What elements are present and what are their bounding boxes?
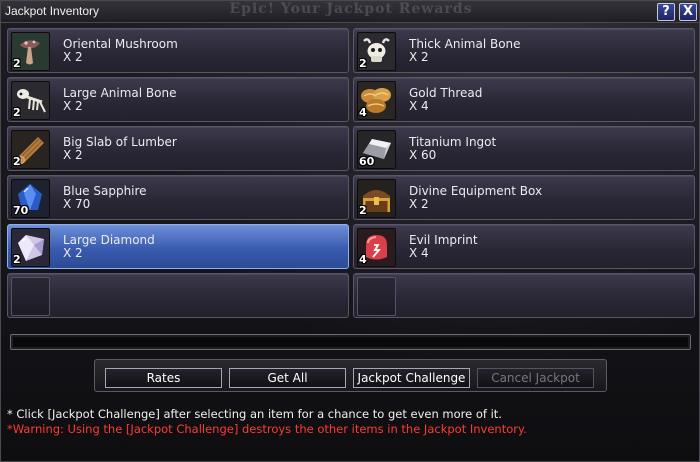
warning-note: *Warning: Using the [Jackpot Challenge] …	[7, 422, 527, 436]
item-name: Large Diamond	[63, 233, 155, 247]
item-quantity: 2	[13, 155, 21, 168]
item-slot-blue-sapphire[interactable]: 70 Blue Sapphire X 70	[7, 175, 349, 220]
item-name: Blue Sapphire	[63, 184, 147, 198]
instruction-notes: * Click [Jackpot Challenge] after select…	[7, 407, 527, 436]
item-count: X 2	[63, 246, 83, 260]
item-count: X 2	[63, 148, 83, 162]
item-count: X 2	[409, 50, 429, 64]
empty-slot-icon	[357, 277, 396, 316]
item-name: Big Slab of Lumber	[63, 135, 177, 149]
item-slot-empty[interactable]	[7, 273, 349, 318]
item-quantity: 2	[13, 106, 21, 119]
diamond-gem-icon: 2	[11, 228, 50, 267]
item-name: Gold Thread	[409, 86, 483, 100]
item-slot-empty[interactable]	[353, 273, 695, 318]
sapphire-gem-icon: 70	[11, 179, 50, 218]
item-count: X 2	[409, 197, 429, 211]
treasure-chest-icon: 2	[357, 179, 396, 218]
item-count: X 2	[63, 99, 83, 113]
item-quantity: 4	[359, 106, 367, 119]
gold-thread-spools-icon: 4	[357, 81, 396, 120]
item-count: X 4	[409, 99, 429, 113]
item-quantity: 70	[13, 204, 29, 217]
item-count: X 70	[63, 197, 91, 211]
get-all-button[interactable]: Get All	[229, 368, 346, 388]
help-button[interactable]: ?	[657, 3, 675, 21]
item-count: X 60	[409, 148, 437, 162]
animal-skull-icon: 2	[357, 32, 396, 71]
item-slot-evil-imprint[interactable]: 4 Evil Imprint X 4	[353, 224, 695, 269]
action-button-bar: Rates Get All Jackpot Challenge Cancel J…	[94, 359, 607, 392]
rates-button[interactable]: Rates	[105, 368, 222, 388]
item-name: Titanium Ingot	[409, 135, 497, 149]
jackpot-inventory-window: Epic! Your Jackpot Rewards Jackpot Inven…	[0, 0, 700, 462]
info-note: * Click [Jackpot Challenge] after select…	[7, 407, 502, 421]
item-slot-large-animal-bone[interactable]: 2 Large Animal Bone X 2	[7, 77, 349, 122]
item-count: X 4	[409, 246, 429, 260]
item-quantity: 2	[359, 204, 367, 217]
item-quantity: 60	[359, 155, 375, 168]
item-slot-titanium-ingot[interactable]: 60 Titanium Ingot X 60	[353, 126, 695, 171]
cancel-jackpot-button[interactable]: Cancel Jackpot	[477, 368, 594, 388]
item-name: Large Animal Bone	[63, 86, 177, 100]
item-quantity: 2	[13, 57, 21, 70]
item-name: Oriental Mushroom	[63, 37, 178, 51]
item-name: Evil Imprint	[409, 233, 478, 247]
title-bar[interactable]: Epic! Your Jackpot Rewards Jackpot Inven…	[1, 1, 699, 23]
item-quantity: 2	[13, 253, 21, 266]
item-name: Divine Equipment Box	[409, 184, 543, 198]
item-slot-divine-equipment-box[interactable]: 2 Divine Equipment Box X 2	[353, 175, 695, 220]
item-slot-thick-animal-bone[interactable]: 2 Thick Animal Bone X 2	[353, 28, 695, 73]
item-quantity: 2	[359, 57, 367, 70]
close-button[interactable]: X	[679, 3, 697, 21]
empty-slot-icon	[11, 277, 50, 316]
item-grid: 2 Oriental Mushroom X 2 2 Thick Animal B…	[7, 28, 695, 318]
jackpot-progress-bar	[10, 334, 691, 350]
ingot-icon: 60	[357, 130, 396, 169]
item-slot-oriental-mushroom[interactable]: 2 Oriental Mushroom X 2	[7, 28, 349, 73]
evil-imprint-icon: 4	[357, 228, 396, 267]
window-title: Jackpot Inventory	[5, 4, 100, 18]
lumber-log-icon: 2	[11, 130, 50, 169]
item-name: Thick Animal Bone	[409, 37, 521, 51]
item-slot-large-diamond[interactable]: 2 Large Diamond X 2	[7, 224, 349, 269]
mushroom-icon: 2	[11, 32, 50, 71]
item-count: X 2	[63, 50, 83, 64]
item-quantity: 4	[359, 253, 367, 266]
item-slot-gold-thread[interactable]: 4 Gold Thread X 4	[353, 77, 695, 122]
item-slot-big-slab-of-lumber[interactable]: 2 Big Slab of Lumber X 2	[7, 126, 349, 171]
jackpot-challenge-button[interactable]: Jackpot Challenge	[353, 368, 470, 388]
animal-skeleton-icon: 2	[11, 81, 50, 120]
background-banner-text: Epic! Your Jackpot Rewards	[229, 1, 473, 17]
